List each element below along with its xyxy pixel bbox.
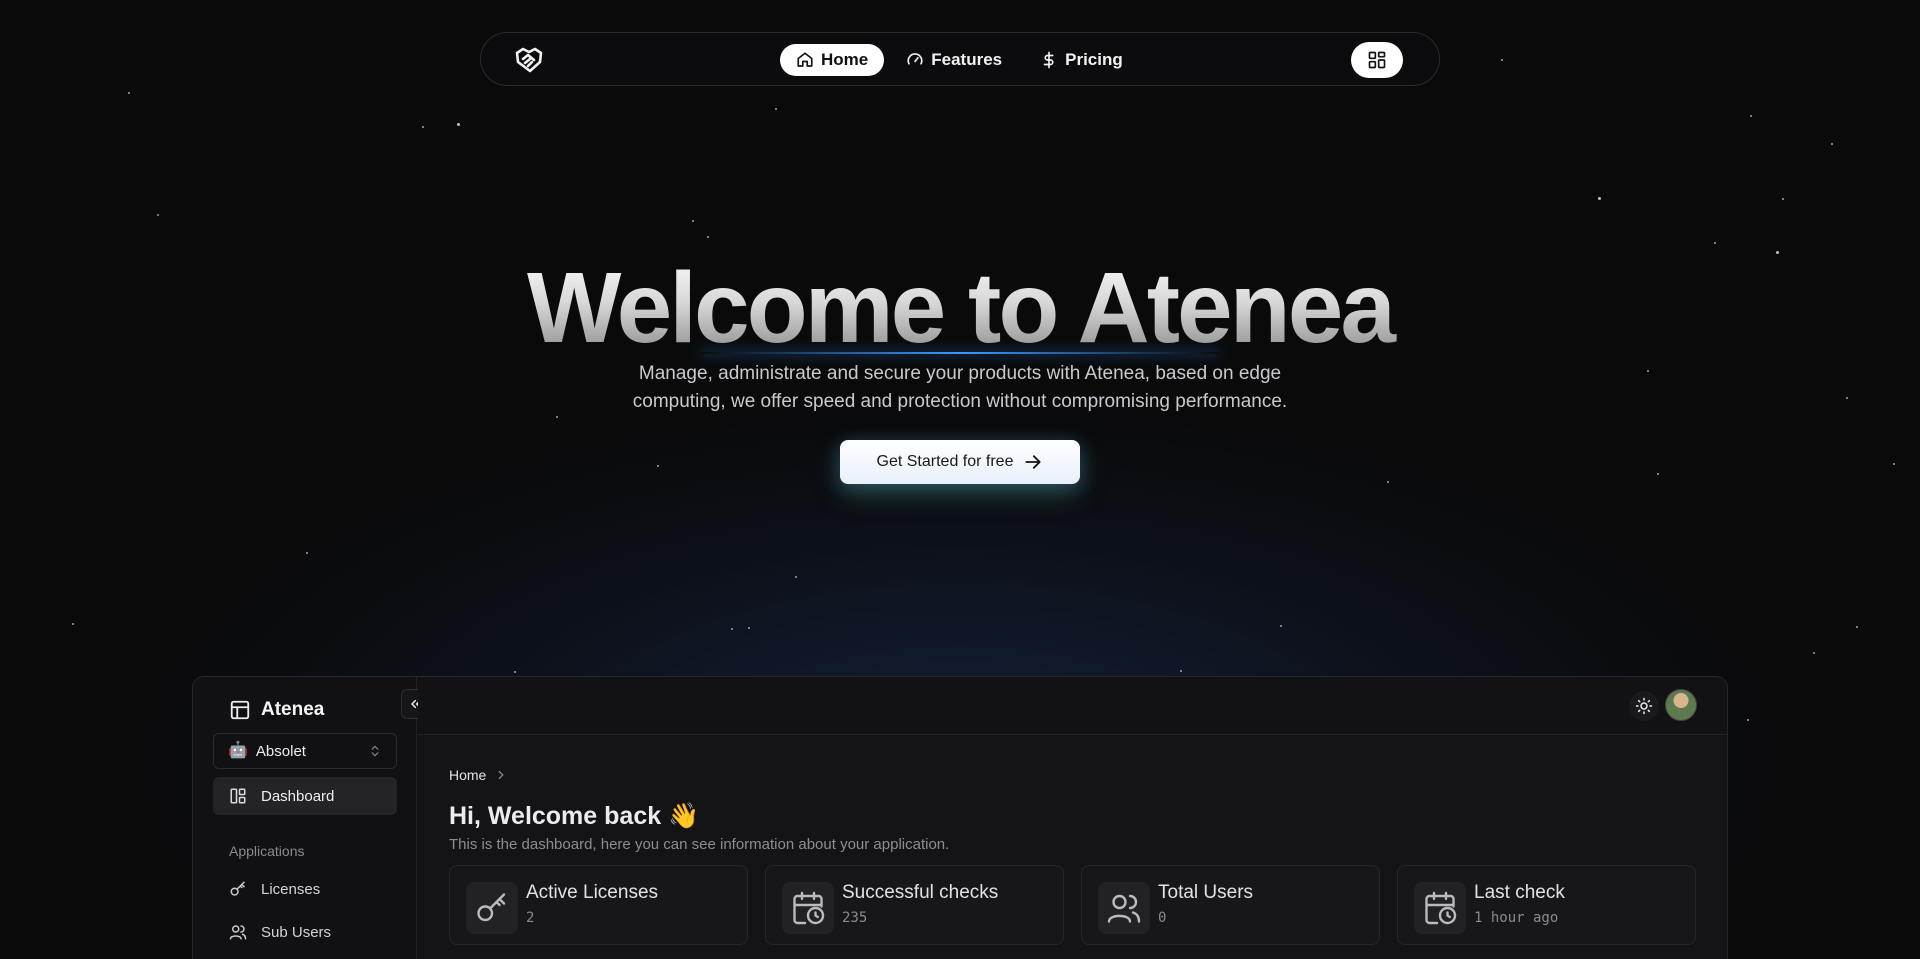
stat-value: 2 (526, 910, 535, 926)
stat-value: 1 hour ago (1474, 910, 1559, 926)
brand-name: Atenea (261, 699, 325, 720)
users-icon (1098, 882, 1150, 934)
top-navbar: Home Features Pricing (480, 32, 1440, 86)
home-icon (797, 52, 813, 67)
hero-subtitle-line-1: Manage, administrate and secure your pro… (638, 363, 1282, 384)
gauge-icon (907, 53, 923, 65)
user-avatar[interactable] (1665, 689, 1697, 721)
sidebar-section-applications: Applications (229, 843, 305, 859)
robot-icon: 🤖 (228, 742, 248, 759)
layout-icon (230, 700, 250, 720)
theme-toggle-button[interactable] (1629, 691, 1659, 721)
dashboard-main: Home Hi, Welcome back 👋 This is the dash… (418, 677, 1727, 959)
key-icon (466, 882, 518, 934)
dashboard-preview: Atenea 🤖 Absolet Dashboard Applications … (192, 676, 1728, 959)
stat-title: Successful checks (842, 882, 999, 903)
grid-icon (1368, 51, 1386, 69)
stat-value: 0 (1158, 910, 1167, 926)
sidebar-item-label: Dashboard (261, 787, 335, 805)
arrow-right-icon (1025, 455, 1042, 469)
nav-link-pricing[interactable]: Pricing (1024, 44, 1139, 76)
calendar-clock-icon (1414, 882, 1466, 934)
project-switcher[interactable]: 🤖 Absolet (213, 733, 397, 769)
stat-card-active-licenses: Active Licenses 2 (449, 865, 748, 945)
hero-subtitle-line-2: computing, we offer speed and protection… (632, 391, 1288, 412)
layout-dashboard-icon (230, 788, 246, 804)
breadcrumb-home[interactable]: Home (449, 767, 486, 783)
sun-icon (1635, 697, 1653, 715)
stat-title: Last check (1474, 882, 1565, 903)
hero-glow-line (700, 352, 1220, 354)
users-icon (229, 925, 247, 940)
handshake-icon[interactable] (513, 44, 545, 76)
apps-menu-button[interactable] (1351, 42, 1403, 78)
calendar-clock-icon (782, 882, 834, 934)
nav-link-label: Features (931, 50, 1003, 69)
nav-links: Home Features Pricing (780, 44, 1139, 76)
hero-title: Welcome to Atenea (0, 248, 1920, 368)
key-icon (230, 881, 245, 896)
nav-link-features[interactable]: Features (890, 44, 1018, 76)
stat-value: 235 (842, 910, 868, 926)
stat-card-total-users: Total Users 0 (1081, 865, 1380, 945)
dashboard-content: Home Hi, Welcome back 👋 This is the dash… (418, 736, 1727, 959)
breadcrumb: Home (449, 767, 508, 783)
sidebar: Atenea 🤖 Absolet Dashboard Applications … (193, 677, 417, 959)
nav-link-label: Pricing (1065, 50, 1123, 69)
project-name: Absolet (255, 742, 306, 760)
dashboard-topbar (418, 677, 1727, 735)
stat-title: Active Licenses (526, 882, 659, 903)
sidebar-item-sub-users[interactable]: Sub Users (213, 913, 397, 951)
nav-link-label: Home (821, 50, 869, 69)
stat-card-last-check: Last check 1 hour ago (1397, 865, 1696, 945)
chevrons-up-down-icon (371, 745, 379, 757)
sidebar-item-label: Sub Users (261, 923, 332, 941)
stat-title: Total Users (1158, 882, 1254, 903)
welcome-heading: Hi, Welcome back 👋 (449, 802, 700, 830)
welcome-subtitle: This is the dashboard, here you can see … (449, 836, 950, 853)
nav-link-home[interactable]: Home (780, 44, 885, 76)
sidebar-brand[interactable]: Atenea (229, 699, 324, 721)
hero-subtitle: Manage, administrate and secure your pro… (560, 360, 1360, 416)
get-started-button[interactable]: Get Started for free (840, 440, 1080, 484)
stat-card-successful-checks: Successful checks 235 (765, 865, 1064, 945)
sidebar-item-licenses[interactable]: Licenses (213, 870, 397, 908)
dollar-icon (1043, 51, 1054, 69)
sidebar-item-label: Licenses (261, 880, 321, 898)
chevron-right-icon (499, 770, 504, 780)
sidebar-item-dashboard[interactable]: Dashboard (213, 777, 397, 815)
stats-cards: Active Licenses 2 Successful checks 235 … (449, 865, 1696, 945)
get-started-label: Get Started for free (876, 453, 1014, 470)
